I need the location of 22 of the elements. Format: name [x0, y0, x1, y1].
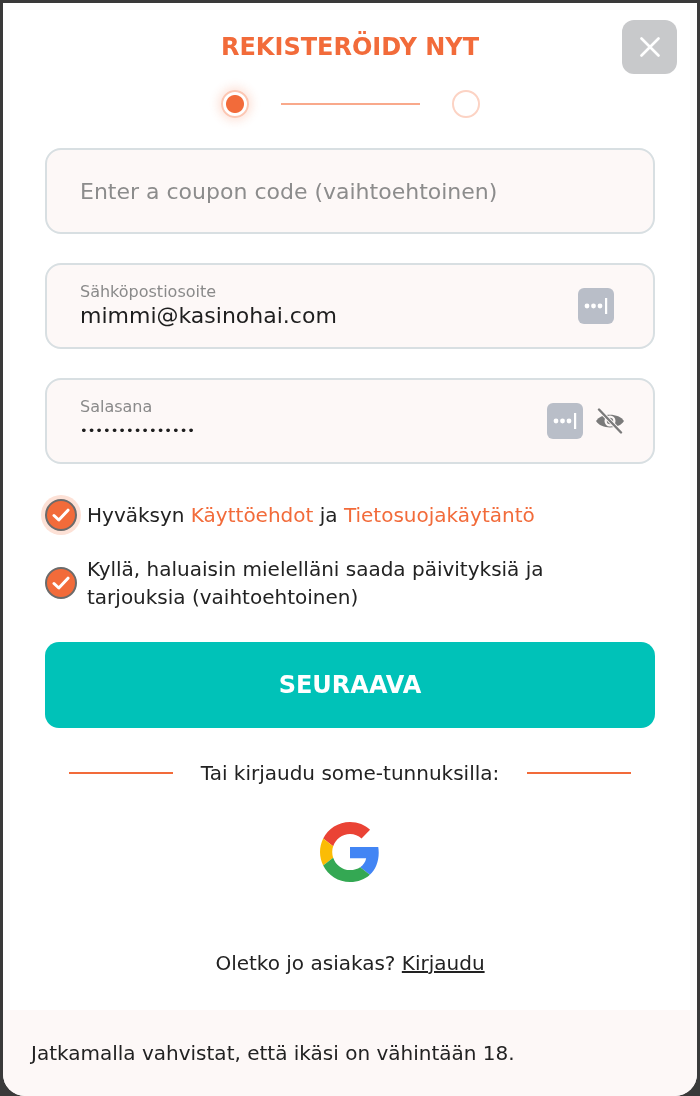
social-login-heading: Tai kirjaudu some-tunnuksilla: [200, 760, 500, 787]
password-input[interactable]: ••••••••••••••• [80, 417, 535, 445]
email-field[interactable]: Sähköpostiosoite mimmi@kasinohai.com [45, 263, 655, 349]
age-notice: Jatkamalla vahvistat, että ikäsi on vähintään 18. [31, 1040, 515, 1067]
check-icon [52, 508, 70, 522]
password-field[interactable]: Salasana ••••••••••••••• [45, 378, 655, 464]
google-icon[interactable] [320, 822, 380, 882]
login-prompt: Oletko jo asiakas? Kirjaudu [215, 950, 485, 977]
email-input[interactable]: mimmi@kasinohai.com [80, 302, 566, 330]
email-label: Sähköpostiosoite [80, 282, 217, 302]
password-dots-icon[interactable] [547, 403, 583, 439]
checkbox-label: Kyllä, haluaisin mielelläni saada päivityksiä ja tarjouksia (vaihtoehtoinen) [87, 556, 545, 611]
password-dots-icon[interactable] [578, 288, 614, 324]
eye-slash-icon[interactable] [595, 408, 625, 434]
close-icon [639, 37, 660, 57]
password-label: Salasana [80, 397, 153, 417]
checkbox[interactable] [45, 567, 77, 599]
coupon-code-field[interactable]: Enter a coupon code (vaihtoehtoinen) [45, 148, 655, 234]
checkbox-label: Hyväksyn Käyttöehdot ja Tietosuojakäytäntö [87, 502, 535, 529]
login-link[interactable]: Kirjaudu [401, 951, 485, 975]
check-icon [52, 576, 70, 590]
dialog-title: REKISTERÖIDY NYT [221, 32, 479, 62]
